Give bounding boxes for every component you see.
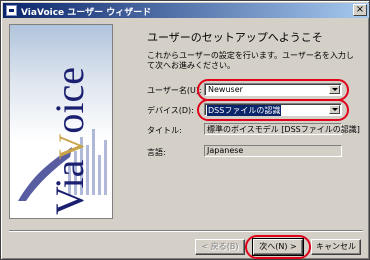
button-separator (9, 230, 363, 232)
close-button[interactable]: × (353, 4, 367, 16)
wizard-window: ViaVoice ユーザー ウィザード × ViaVoice ユーザーのセットア… (0, 0, 370, 260)
page-title: ユーザーのセットアップへようこそ (147, 31, 323, 44)
intro-text: これからユーザーの設定を行います。ユーザー名を入力して次へお進みください。 (147, 51, 354, 70)
logo-wordmark: ViaVoice (47, 67, 92, 215)
username-label: ユーザー名(U): (147, 86, 202, 95)
app-icon (6, 5, 17, 16)
back-button[interactable]: < 戻る(B) (195, 239, 245, 255)
title-field: 標準のボイスモデル [DSSファイルの認識] (204, 123, 360, 135)
language-value: Japanese (207, 146, 244, 155)
device-label: デバイス(D): (147, 106, 194, 115)
viavoice-logo: ViaVoice (9, 24, 113, 219)
title-label: タイトル: (147, 126, 182, 135)
language-label: 言語: (147, 148, 166, 157)
window-title: ViaVoice ユーザー ウィザード (21, 8, 152, 18)
title-value: 標準のボイスモデル [DSSファイルの認識] (207, 125, 360, 134)
title-bar: ViaVoice ユーザー ウィザード × (3, 3, 369, 18)
highlight-username (197, 79, 349, 101)
cancel-button[interactable]: キャンセル (311, 239, 361, 255)
highlight-device (197, 99, 349, 121)
highlight-next (245, 235, 311, 259)
language-field: Japanese (204, 145, 342, 157)
